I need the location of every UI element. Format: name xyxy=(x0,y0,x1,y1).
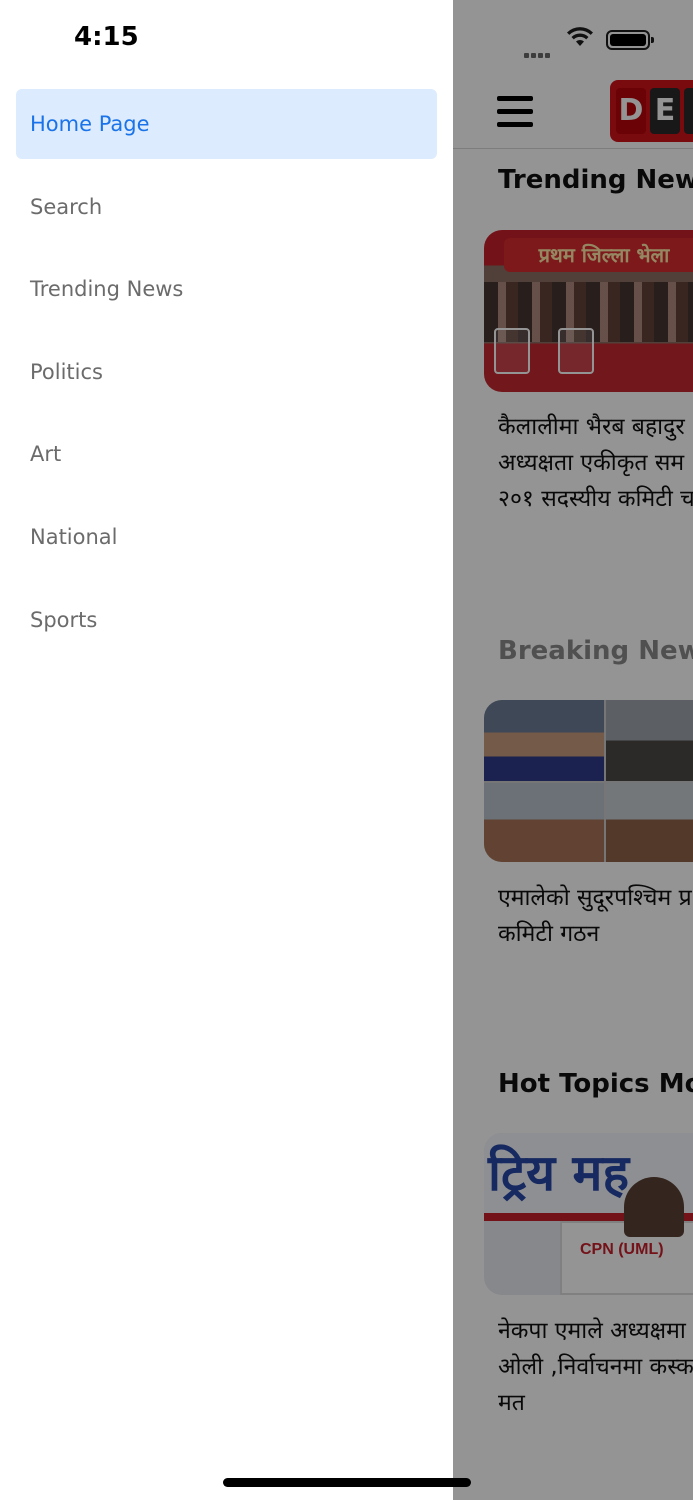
drawer-item-label: Home Page xyxy=(30,112,150,136)
status-time: 4:15 xyxy=(74,22,139,52)
drawer-item-label: Sports xyxy=(30,607,98,632)
wifi-icon xyxy=(567,27,593,46)
drawer-item-label: National xyxy=(30,524,118,549)
drawer-item-politics[interactable]: Politics xyxy=(16,337,437,407)
battery-icon xyxy=(606,30,654,50)
navigation-drawer: 4:15 Home Page Search Trending News Poli… xyxy=(0,0,453,1500)
drawer-item-art[interactable]: Art xyxy=(16,419,437,489)
drawer-item-label: Trending News xyxy=(30,277,184,302)
cellular-signal-icon xyxy=(524,45,552,63)
drawer-item-home-page[interactable]: Home Page xyxy=(16,89,437,159)
drawer-menu: Home Page Search Trending News Politics … xyxy=(16,89,437,667)
drawer-item-national[interactable]: National xyxy=(16,502,437,572)
drawer-item-sports[interactable]: Sports xyxy=(16,585,437,655)
drawer-item-search[interactable]: Search xyxy=(16,172,437,242)
home-indicator[interactable] xyxy=(223,1478,471,1487)
drawer-item-label: Search xyxy=(30,194,103,219)
drawer-item-label: Politics xyxy=(30,359,103,384)
drawer-item-trending-news[interactable]: Trending News xyxy=(16,254,437,324)
drawer-item-label: Art xyxy=(30,442,62,467)
